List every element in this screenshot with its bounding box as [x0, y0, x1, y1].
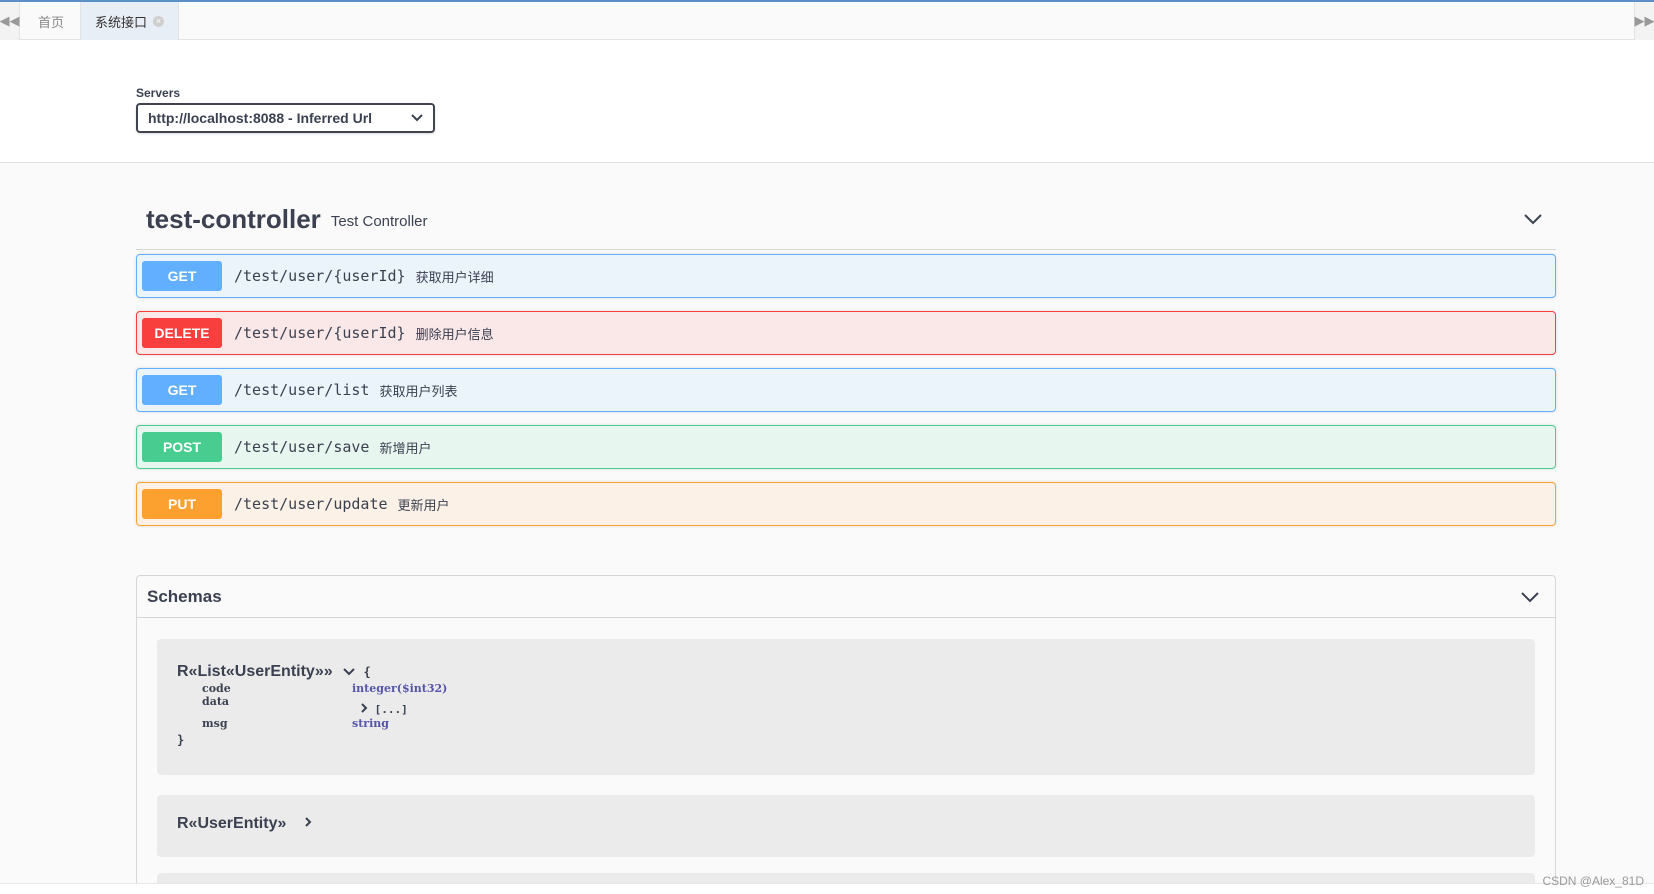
tab-home[interactable]: 首页 — [24, 2, 78, 40]
property-name: code — [202, 682, 231, 695]
scroll-tabs-left-icon[interactable]: ◀◀ — [0, 2, 20, 40]
method-badge: POST — [142, 432, 222, 462]
chevron-down-icon[interactable] — [343, 667, 355, 676]
chevron-right-icon — [361, 703, 368, 713]
close-icon[interactable]: × — [153, 15, 165, 27]
operation-summary: 获取用户列表 — [379, 383, 458, 399]
operation-path: /test/user/list — [234, 381, 370, 399]
server-select[interactable]: http://localhost:8088 - Inferred Url — [136, 103, 435, 133]
method-badge: PUT — [142, 489, 222, 519]
chevron-right-icon[interactable] — [303, 816, 313, 828]
tab-bar: ◀◀ 首页 系统接口 × ▶▶ — [0, 0, 1654, 40]
property-name: data — [202, 695, 230, 708]
operation-summary: 获取用户详细 — [415, 269, 494, 285]
operation-put-user-update[interactable]: PUT /test/user/update 更新用户 — [136, 482, 1556, 526]
schemas-header[interactable]: Schemas — [137, 576, 1555, 618]
tag-name: test-controller — [146, 204, 321, 234]
model-title[interactable]: R«UserEntity» — [177, 815, 313, 833]
model-name: R«UserEntity» — [177, 815, 287, 832]
tab-system-api-label: 系统接口 — [95, 14, 148, 30]
chevron-down-icon[interactable] — [1522, 208, 1544, 230]
method-badge: DELETE — [142, 318, 222, 348]
tag-header[interactable]: test-controller Test Controller — [136, 190, 1556, 250]
operation-delete-user[interactable]: DELETE /test/user/{userId} 删除用户信息 — [136, 311, 1556, 355]
model-r-userentity: R«UserEntity» — [157, 795, 1535, 857]
chevron-down-icon — [411, 114, 423, 122]
tag-description: Test Controller — [330, 213, 428, 230]
property-type: integer($int32) — [352, 682, 448, 695]
model-r-list-userentity: R«List«UserEntity»» { code integer($int3… — [157, 639, 1535, 775]
close-brace: } — [177, 733, 185, 747]
scroll-tabs-right-icon[interactable]: ▶▶ — [1634, 2, 1654, 40]
schemas-title: Schemas — [147, 586, 222, 606]
tab-home-label: 首页 — [38, 14, 65, 30]
operation-get-user-list[interactable]: GET /test/user/list 获取用户列表 — [136, 368, 1556, 412]
bottom-edge — [0, 883, 1654, 894]
watermark: CSDN @Alex_81D — [1542, 874, 1644, 888]
method-badge: GET — [142, 375, 222, 405]
operation-path: /test/user/{userId} — [234, 324, 406, 342]
chevron-down-icon[interactable] — [1519, 586, 1541, 608]
model-name: R«List«UserEntity»» — [177, 663, 333, 680]
operation-path: /test/user/save — [234, 438, 370, 456]
servers-section: Servers http://localhost:8088 - Inferred… — [136, 86, 435, 133]
tab-system-api[interactable]: 系统接口 × — [80, 2, 180, 40]
server-select-value: http://localhost:8088 - Inferred Url — [148, 110, 373, 126]
operation-summary: 新增用户 — [379, 440, 432, 456]
servers-label: Servers — [136, 86, 181, 100]
schemas-section: Schemas R«List«UserEntity»» { code integ… — [136, 575, 1556, 894]
property-array-toggle[interactable]: [...] — [360, 703, 408, 716]
method-badge: GET — [142, 261, 222, 291]
operation-path: /test/user/update — [234, 495, 388, 513]
operation-path: /test/user/{userId} — [234, 267, 406, 285]
operation-post-user-save[interactable]: POST /test/user/save 新增用户 — [136, 425, 1556, 469]
operation-summary: 更新用户 — [397, 497, 450, 513]
operation-summary: 删除用户信息 — [415, 326, 494, 342]
open-brace: { — [363, 665, 371, 679]
property-type: [...] — [374, 703, 408, 716]
operation-get-user-by-id[interactable]: GET /test/user/{userId} 获取用户详细 — [136, 254, 1556, 298]
property-type: string — [352, 717, 389, 730]
model-title[interactable]: R«List«UserEntity»» { — [177, 663, 371, 681]
property-name: msg — [202, 717, 228, 730]
